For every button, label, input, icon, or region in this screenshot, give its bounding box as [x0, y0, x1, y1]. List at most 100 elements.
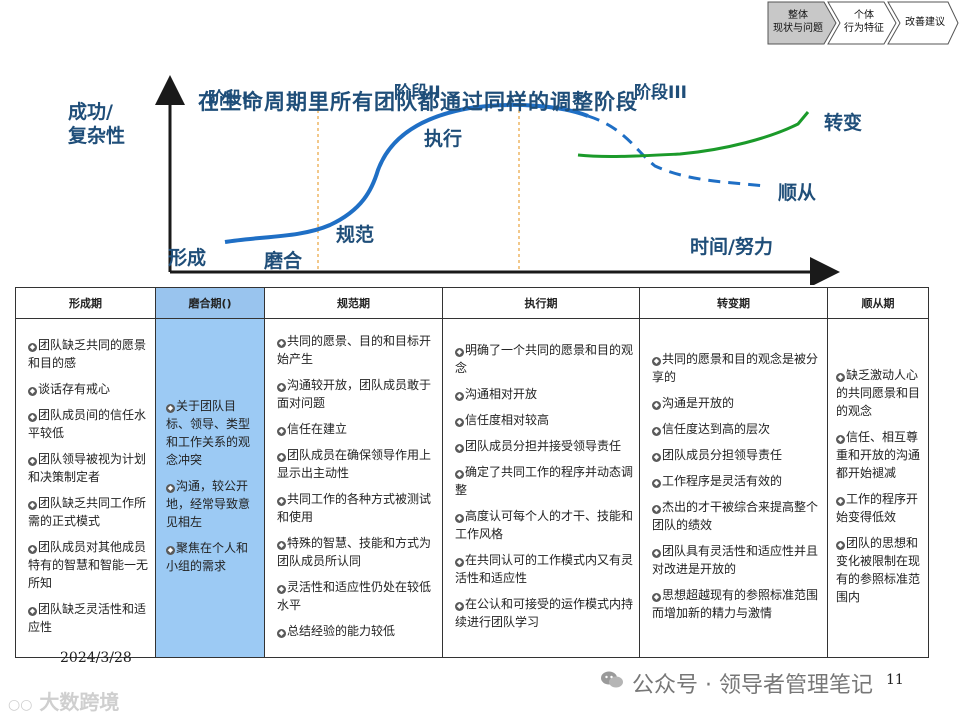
list-item: ◆ 团队成员分担并接受领导责任	[455, 439, 622, 453]
header-transforming: 转变期	[639, 287, 828, 319]
bullet-icon: ◆	[28, 413, 37, 422]
bullet-icon: ◆	[652, 479, 661, 488]
bullet-icon: ◆	[277, 585, 286, 594]
brand-logo: ○○ 大数跨境	[8, 690, 120, 714]
list-item: ◆ 沟通，较公开地，经常导致意见相左	[166, 479, 251, 529]
list-item: ◆ 明确了一个共同的愿景和目的观念	[455, 343, 634, 375]
table-header-row: 形成期 磨合期() 规范期 执行期 转变期 顺从期	[15, 287, 929, 319]
bullet-icon: ◆	[455, 602, 464, 611]
bullet-icon: ◆	[28, 607, 37, 616]
bullet-icon: ◆	[652, 549, 661, 558]
cell-transforming: ◆ 共同的愿景和目的观念是被分享的 ◆ 沟通是开放的 ◆ 信任度达到高的层次 ◆ 团队成…	[639, 318, 828, 658]
breadcrumb-step-1[interactable]: 整体 现状与问题	[766, 9, 830, 35]
breadcrumb: 整体 现状与问题 个体 行为特征 改善建议	[766, 0, 960, 46]
list-item: ◆ 团队成员间的信任水平较低	[28, 408, 147, 440]
table-body-row: ◆ 团队缺乏共同的愿景和目的感 ◆ 谈话存有戒心 ◆ 团队成员间的信任水平较低 ◆ 团队…	[15, 318, 929, 658]
list-item: ◆ 在共同认可的工作模式内又有灵活性和适应性	[455, 553, 634, 585]
cell-norming: ◆ 共同的愿景、目的和目标开始产生 ◆ 沟通较开放，团队成员敢于面对问题 ◆ 信任在建…	[264, 318, 443, 658]
bullet-icon: ◆	[28, 457, 37, 466]
list-item: ◆ 思想超越现有的参照标准范围而增加新的精力与激情	[652, 588, 819, 620]
list-item: ◆ 杰出的才干被综合来提高整个团队的绩效	[652, 500, 819, 532]
list-item: ◆ 灵活性和适应性仍处在较低水平	[277, 580, 432, 612]
bullet-icon: ◆	[455, 558, 464, 567]
list-item: ◆ 团队成员对其他成员特有的智慧和智能一无所知	[28, 540, 149, 590]
bullet-icon: ◆	[455, 348, 464, 357]
bullet-icon: ◆	[277, 339, 286, 348]
list-item: ◆ 团队缺乏灵活性和适应性	[28, 602, 147, 634]
list-item: ◆ 高度认可每个人的才干、技能和工作风格	[455, 509, 634, 541]
list-item: ◆ 共同工作的各种方式被测试和使用	[277, 492, 432, 524]
wechat-icon	[601, 671, 623, 688]
bullet-icon: ◆	[836, 541, 845, 550]
list-item: ◆ 特殊的智慧、技能和方式为团队成员所认同	[277, 536, 432, 568]
bullet-icon: ◆	[455, 444, 464, 453]
bullet-icon: ◆	[652, 453, 661, 462]
list-item: ◆ 信任、相互尊重和开放的沟通都开始褪减	[836, 430, 921, 480]
team-stage-table: 形成期 磨合期() 规范期 执行期 转变期 顺从期 ◆ 团队缺乏共同的愿景和目的感…	[15, 287, 929, 658]
header-conforming: 顺从期	[827, 287, 929, 319]
page-number: 11	[886, 672, 904, 688]
bullet-icon: ◆	[455, 470, 464, 479]
bullet-icon: ◆	[166, 546, 175, 555]
y-axis-label: 成功/ 复杂性	[68, 101, 126, 147]
list-item: ◆ 信任度达到高的层次	[652, 422, 771, 436]
logo-icon: ○○	[8, 697, 33, 713]
bullet-icon: ◆	[28, 387, 37, 396]
transforming-curve	[577, 111, 810, 159]
bullet-icon: ◆	[277, 427, 286, 436]
list-item: ◆ 谈话存有戒心	[28, 382, 111, 396]
header-performing: 执行期	[442, 287, 640, 319]
list-item: ◆ 团队缺乏共同工作所需的正式模式	[28, 496, 147, 528]
bullet-icon: ◆	[455, 514, 464, 523]
bullet-icon: ◆	[836, 373, 845, 382]
list-item: ◆ 工作的程序开始变得低效	[836, 492, 919, 524]
stage-label-storming: 磨合	[264, 250, 303, 272]
slide-date: 2024/3/28	[60, 650, 132, 666]
list-item: ◆ 团队具有灵活性和适应性并且对改进是开放的	[652, 544, 819, 576]
team-development-curve	[224, 102, 589, 244]
bullet-icon: ◆	[455, 392, 464, 401]
list-item: ◆ 沟通是开放的	[652, 396, 735, 410]
bullet-icon: ◆	[652, 427, 661, 436]
cell-forming: ◆ 团队缺乏共同的愿景和目的感 ◆ 谈话存有戒心 ◆ 团队成员间的信任水平较低 ◆ 团队…	[15, 318, 156, 658]
breadcrumb-step-3[interactable]: 改善建议	[894, 16, 956, 29]
diagram-title: 在生命周期里所有团队都通过同样的调整阶段	[198, 90, 638, 114]
list-item: ◆ 确定了共同工作的程序并动态调整	[455, 465, 634, 497]
list-item: ◆ 团队成员分担领导责任	[652, 448, 783, 462]
stage-label-performing: 执行	[424, 128, 463, 150]
list-item: ◆ 沟通相对开放	[455, 387, 538, 401]
cell-conforming: ◆ 缺乏激动人心的共同愿景和目的观念 ◆ 信任、相互尊重和开放的沟通都开始褪减 ◆ 工…	[827, 318, 929, 658]
cell-storming: ◆ 关于团队目标、领导、类型和工作关系的观念冲突 ◆ 沟通，较公开地，经常导致意见相…	[155, 318, 265, 658]
stage-label-transforming: 转变	[824, 112, 863, 134]
list-item: ◆ 在公认和可接受的运作模式内持续进行团队学习	[455, 597, 634, 629]
list-item: ◆ 团队的思想和变化被限制在现有的参照标准范围内	[836, 536, 921, 604]
cell-performing: ◆ 明确了一个共同的愿景和目的观念 ◆ 沟通相对开放 ◆ 信任度相对较高 ◆ 团队成员分…	[442, 318, 640, 658]
bullet-icon: ◆	[652, 401, 661, 410]
stage-label-norming: 规范	[336, 224, 375, 246]
bullet-icon: ◆	[277, 383, 286, 392]
breadcrumb-step-2[interactable]: 个体 行为特征	[834, 9, 894, 35]
bullet-icon: ◆	[28, 343, 37, 352]
list-item: ◆ 关于团队目标、领导、类型和工作关系的观念冲突	[166, 399, 251, 467]
bullet-icon: ◆	[836, 435, 845, 444]
bullet-icon: ◆	[455, 418, 464, 427]
x-axis-label: 时间/努力	[690, 236, 773, 258]
list-item: ◆ 团队成员在确保领导作用上显示出主动性	[277, 448, 432, 480]
bullet-icon: ◆	[28, 501, 37, 510]
list-item: ◆ 信任在建立	[277, 422, 348, 436]
bullet-icon: ◆	[28, 545, 37, 554]
list-item: ◆ 缺乏激动人心的共同愿景和目的观念	[836, 368, 921, 418]
bullet-icon: ◆	[652, 593, 661, 602]
header-norming: 规范期	[264, 287, 443, 319]
stage-label-forming: 形成	[168, 247, 207, 269]
header-storming: 磨合期()	[155, 287, 265, 319]
list-item: ◆ 团队缺乏共同的愿景和目的感	[28, 338, 147, 370]
list-item: ◆ 工作程序是灵活有效的	[652, 474, 783, 488]
list-item: ◆ 沟通较开放，团队成员敢于面对问题	[277, 378, 432, 410]
phase-label-3: 阶段III	[634, 83, 687, 103]
list-item: ◆ 聚焦在个人和小组的需求	[166, 541, 249, 573]
bullet-icon: ◆	[277, 629, 286, 638]
bullet-icon: ◆	[166, 404, 175, 413]
bullet-icon: ◆	[166, 484, 175, 493]
stage-label-conforming: 顺从	[778, 182, 817, 204]
